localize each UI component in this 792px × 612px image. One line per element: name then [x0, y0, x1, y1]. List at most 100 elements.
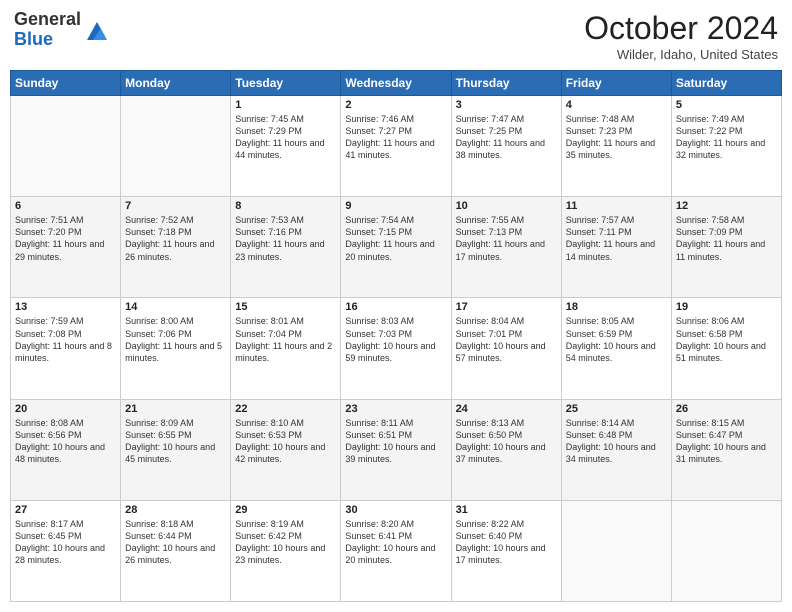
day-number: 22 [235, 403, 336, 415]
calendar-cell: 9Sunrise: 7:54 AM Sunset: 7:15 PM Daylig… [341, 197, 451, 298]
day-info: Sunrise: 7:52 AM Sunset: 7:18 PM Dayligh… [125, 214, 226, 263]
calendar-cell: 31 Sunrise: 8:22 AM Sunset: 6:40 PM Dayli… [451, 500, 561, 601]
day-info: Sunrise: 8:13 AM Sunset: 6:50 PM Dayligh… [456, 417, 557, 466]
day-info: Sunrise: 8:06 AM Sunset: 6:58 PM Dayligh… [676, 315, 777, 364]
day-info: Sunrise: 8:05 AM Sunset: 6:59 PM Dayligh… [566, 315, 667, 364]
title-block: October 2024 Wilder, Idaho, United State… [584, 10, 778, 62]
calendar-cell: 10Sunrise: 7:55 AM Sunset: 7:13 PM Dayli… [451, 197, 561, 298]
day-number: 10 [456, 200, 557, 212]
day-number: 13 [15, 301, 116, 313]
col-wednesday: Wednesday [341, 71, 451, 96]
calendar-cell: 22 Sunrise: 8:10 AM Sunset: 6:53 PM Dayli… [231, 399, 341, 500]
calendar-cell [671, 500, 781, 601]
calendar-cell: 18 Sunrise: 8:05 AM Sunset: 6:59 PM Dayli… [561, 298, 671, 399]
calendar-cell: 8 Sunrise: 7:53 AM Sunset: 7:16 PM Daylig… [231, 197, 341, 298]
calendar-cell: 16Sunrise: 8:03 AM Sunset: 7:03 PM Dayli… [341, 298, 451, 399]
day-number: 26 [676, 403, 777, 415]
day-info: Sunrise: 8:19 AM Sunset: 6:42 PM Dayligh… [235, 518, 336, 567]
day-number: 14 [125, 301, 226, 313]
logo-icon [83, 16, 111, 44]
calendar-cell: 6 Sunrise: 7:51 AM Sunset: 7:20 PM Daylig… [11, 197, 121, 298]
day-number: 12 [676, 200, 777, 212]
day-info: Sunrise: 7:53 AM Sunset: 7:16 PM Dayligh… [235, 214, 336, 263]
logo-name: General Blue [14, 10, 81, 50]
logo-text-block: General Blue [14, 10, 81, 50]
calendar-cell: 20 Sunrise: 8:08 AM Sunset: 6:56 PM Dayli… [11, 399, 121, 500]
calendar-cell: 27 Sunrise: 8:17 AM Sunset: 6:45 PM Dayli… [11, 500, 121, 601]
day-info: Sunrise: 7:46 AM Sunset: 7:27 PM Dayligh… [345, 113, 446, 162]
logo-blue: Blue [14, 29, 53, 49]
day-info: Sunrise: 8:11 AM Sunset: 6:51 PM Dayligh… [345, 417, 446, 466]
day-info: Sunrise: 8:22 AM Sunset: 6:40 PM Dayligh… [456, 518, 557, 567]
calendar-cell: 4 Sunrise: 7:48 AM Sunset: 7:23 PM Daylig… [561, 96, 671, 197]
day-number: 4 [566, 99, 667, 111]
day-number: 2 [345, 99, 446, 111]
day-number: 18 [566, 301, 667, 313]
calendar-cell: 25 Sunrise: 8:14 AM Sunset: 6:48 PM Dayli… [561, 399, 671, 500]
calendar-cell: 15Sunrise: 8:01 AM Sunset: 7:04 PM Dayli… [231, 298, 341, 399]
calendar-cell [121, 96, 231, 197]
calendar-header-row: Sunday Monday Tuesday Wednesday Thursday… [11, 71, 782, 96]
calendar-cell: 26 Sunrise: 8:15 AM Sunset: 6:47 PM Dayli… [671, 399, 781, 500]
day-info: Sunrise: 8:15 AM Sunset: 6:47 PM Dayligh… [676, 417, 777, 466]
day-number: 28 [125, 504, 226, 516]
calendar: Sunday Monday Tuesday Wednesday Thursday… [10, 70, 782, 602]
calendar-cell: 23 Sunrise: 8:11 AM Sunset: 6:51 PM Dayli… [341, 399, 451, 500]
calendar-cell: 3Sunrise: 7:47 AM Sunset: 7:25 PM Daylig… [451, 96, 561, 197]
day-number: 11 [566, 200, 667, 212]
day-info: Sunrise: 7:49 AM Sunset: 7:22 PM Dayligh… [676, 113, 777, 162]
day-number: 24 [456, 403, 557, 415]
calendar-week-row: 27 Sunrise: 8:17 AM Sunset: 6:45 PM Dayli… [11, 500, 782, 601]
logo-general: General [14, 9, 81, 29]
col-friday: Friday [561, 71, 671, 96]
day-info: Sunrise: 8:20 AM Sunset: 6:41 PM Dayligh… [345, 518, 446, 567]
day-number: 1 [235, 99, 336, 111]
day-number: 7 [125, 200, 226, 212]
day-info: Sunrise: 7:48 AM Sunset: 7:23 PM Dayligh… [566, 113, 667, 162]
day-info: Sunrise: 8:18 AM Sunset: 6:44 PM Dayligh… [125, 518, 226, 567]
day-info: Sunrise: 7:51 AM Sunset: 7:20 PM Dayligh… [15, 214, 116, 263]
calendar-cell: 2 Sunrise: 7:46 AM Sunset: 7:27 PM Daylig… [341, 96, 451, 197]
day-info: Sunrise: 7:57 AM Sunset: 7:11 PM Dayligh… [566, 214, 667, 263]
calendar-cell: 5Sunrise: 7:49 AM Sunset: 7:22 PM Daylig… [671, 96, 781, 197]
calendar-cell: 24 Sunrise: 8:13 AM Sunset: 6:50 PM Dayli… [451, 399, 561, 500]
day-info: Sunrise: 8:17 AM Sunset: 6:45 PM Dayligh… [15, 518, 116, 567]
day-info: Sunrise: 7:58 AM Sunset: 7:09 PM Dayligh… [676, 214, 777, 263]
day-info: Sunrise: 8:03 AM Sunset: 7:03 PM Dayligh… [345, 315, 446, 364]
calendar-cell: 13Sunrise: 7:59 AM Sunset: 7:08 PM Dayli… [11, 298, 121, 399]
page: General Blue October 2024 Wilder, Idaho,… [0, 0, 792, 612]
calendar-cell: 14 Sunrise: 8:00 AM Sunset: 7:06 PM Dayli… [121, 298, 231, 399]
col-thursday: Thursday [451, 71, 561, 96]
day-info: Sunrise: 8:00 AM Sunset: 7:06 PM Dayligh… [125, 315, 226, 364]
calendar-cell: 30Sunrise: 8:20 AM Sunset: 6:41 PM Dayli… [341, 500, 451, 601]
day-number: 29 [235, 504, 336, 516]
header: General Blue October 2024 Wilder, Idaho,… [10, 10, 782, 62]
day-number: 23 [345, 403, 446, 415]
day-number: 17 [456, 301, 557, 313]
day-number: 21 [125, 403, 226, 415]
day-info: Sunrise: 8:08 AM Sunset: 6:56 PM Dayligh… [15, 417, 116, 466]
col-sunday: Sunday [11, 71, 121, 96]
day-number: 20 [15, 403, 116, 415]
calendar-cell: 29 Sunrise: 8:19 AM Sunset: 6:42 PM Dayli… [231, 500, 341, 601]
day-number: 9 [345, 200, 446, 212]
day-number: 19 [676, 301, 777, 313]
day-info: Sunrise: 7:47 AM Sunset: 7:25 PM Dayligh… [456, 113, 557, 162]
day-number: 25 [566, 403, 667, 415]
location: Wilder, Idaho, United States [584, 47, 778, 62]
day-info: Sunrise: 7:45 AM Sunset: 7:29 PM Dayligh… [235, 113, 336, 162]
day-info: Sunrise: 8:14 AM Sunset: 6:48 PM Dayligh… [566, 417, 667, 466]
day-number: 27 [15, 504, 116, 516]
calendar-cell: 28 Sunrise: 8:18 AM Sunset: 6:44 PM Dayli… [121, 500, 231, 601]
day-number: 8 [235, 200, 336, 212]
day-info: Sunrise: 8:10 AM Sunset: 6:53 PM Dayligh… [235, 417, 336, 466]
calendar-cell: 21Sunrise: 8:09 AM Sunset: 6:55 PM Dayli… [121, 399, 231, 500]
col-tuesday: Tuesday [231, 71, 341, 96]
day-number: 6 [15, 200, 116, 212]
calendar-cell: 7 Sunrise: 7:52 AM Sunset: 7:18 PM Daylig… [121, 197, 231, 298]
day-number: 31 [456, 504, 557, 516]
calendar-week-row: 13Sunrise: 7:59 AM Sunset: 7:08 PM Dayli… [11, 298, 782, 399]
logo: General Blue [14, 10, 111, 50]
calendar-week-row: 20 Sunrise: 8:08 AM Sunset: 6:56 PM Dayli… [11, 399, 782, 500]
day-number: 15 [235, 301, 336, 313]
